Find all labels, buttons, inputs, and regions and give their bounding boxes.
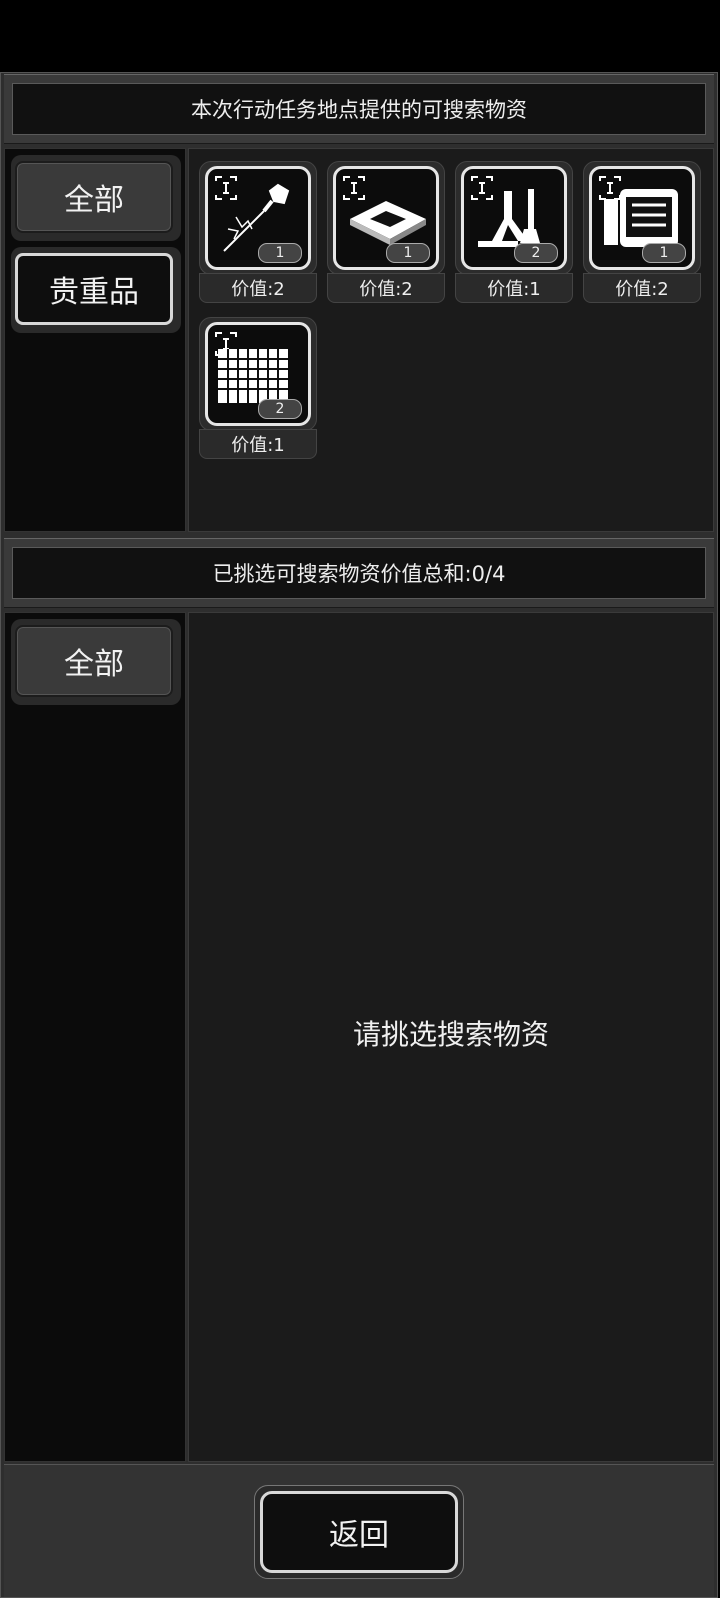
- tab-valuables-wrapper: 贵重品: [11, 247, 181, 333]
- syringe-icon: 1: [205, 166, 311, 270]
- quantity-badge: 1: [386, 243, 430, 263]
- selected-total-header: 已挑选可搜索物资价值总和:0/4: [4, 538, 714, 608]
- item-card[interactable]: 2 价值:1: [199, 317, 317, 461]
- tab-valuables[interactable]: 贵重品: [15, 253, 173, 325]
- item-value: 价值:1: [455, 273, 573, 303]
- microchip-icon: 1: [333, 166, 439, 270]
- available-items-grid: 1 价值:2 1 价值:2 2 价值:1 1 价值:2 2 价值:1: [188, 148, 714, 532]
- quantity-badge: 2: [258, 399, 302, 419]
- item-value: 价值:2: [583, 273, 701, 303]
- quantity-badge: 1: [642, 243, 686, 263]
- item-value: 价值:1: [199, 429, 317, 459]
- item-card[interactable]: 1 价值:2: [583, 161, 701, 305]
- back-button-frame: 返回: [254, 1485, 464, 1579]
- selected-value-total: 已挑选可搜索物资价值总和:0/4: [12, 547, 706, 599]
- tab-all-selected-wrapper: 全部: [11, 619, 181, 705]
- tab-all-wrapper: 全部: [11, 155, 181, 241]
- item-card[interactable]: 1 价值:2: [327, 161, 445, 305]
- item-card[interactable]: 1 价值:2: [199, 161, 317, 305]
- top-category-sidebar: 全部 贵重品: [4, 148, 186, 532]
- tab-all[interactable]: 全部: [15, 161, 173, 233]
- bottom-category-sidebar: 全部: [4, 612, 186, 1462]
- available-supplies-title: 本次行动任务地点提供的可搜索物资: [12, 83, 706, 135]
- item-value: 价值:2: [199, 273, 317, 303]
- electronic-device-icon: 1: [589, 166, 695, 270]
- back-button[interactable]: 返回: [260, 1491, 458, 1573]
- selected-items-area: 请挑选搜索物资: [188, 612, 714, 1462]
- circuit-board-icon: 2: [205, 322, 311, 426]
- quantity-badge: 2: [514, 243, 558, 263]
- footer-bar: 返回: [4, 1464, 714, 1597]
- tab-all-selected[interactable]: 全部: [15, 625, 173, 697]
- quantity-badge: 1: [258, 243, 302, 263]
- item-card[interactable]: 2 价值:1: [455, 161, 573, 305]
- empty-selection-message: 请挑选搜索物资: [352, 1018, 549, 1051]
- item-value: 价值:2: [327, 273, 445, 303]
- available-supplies-header: 本次行动任务地点提供的可搜索物资: [4, 74, 714, 144]
- lab-equipment-icon: 2: [461, 166, 567, 270]
